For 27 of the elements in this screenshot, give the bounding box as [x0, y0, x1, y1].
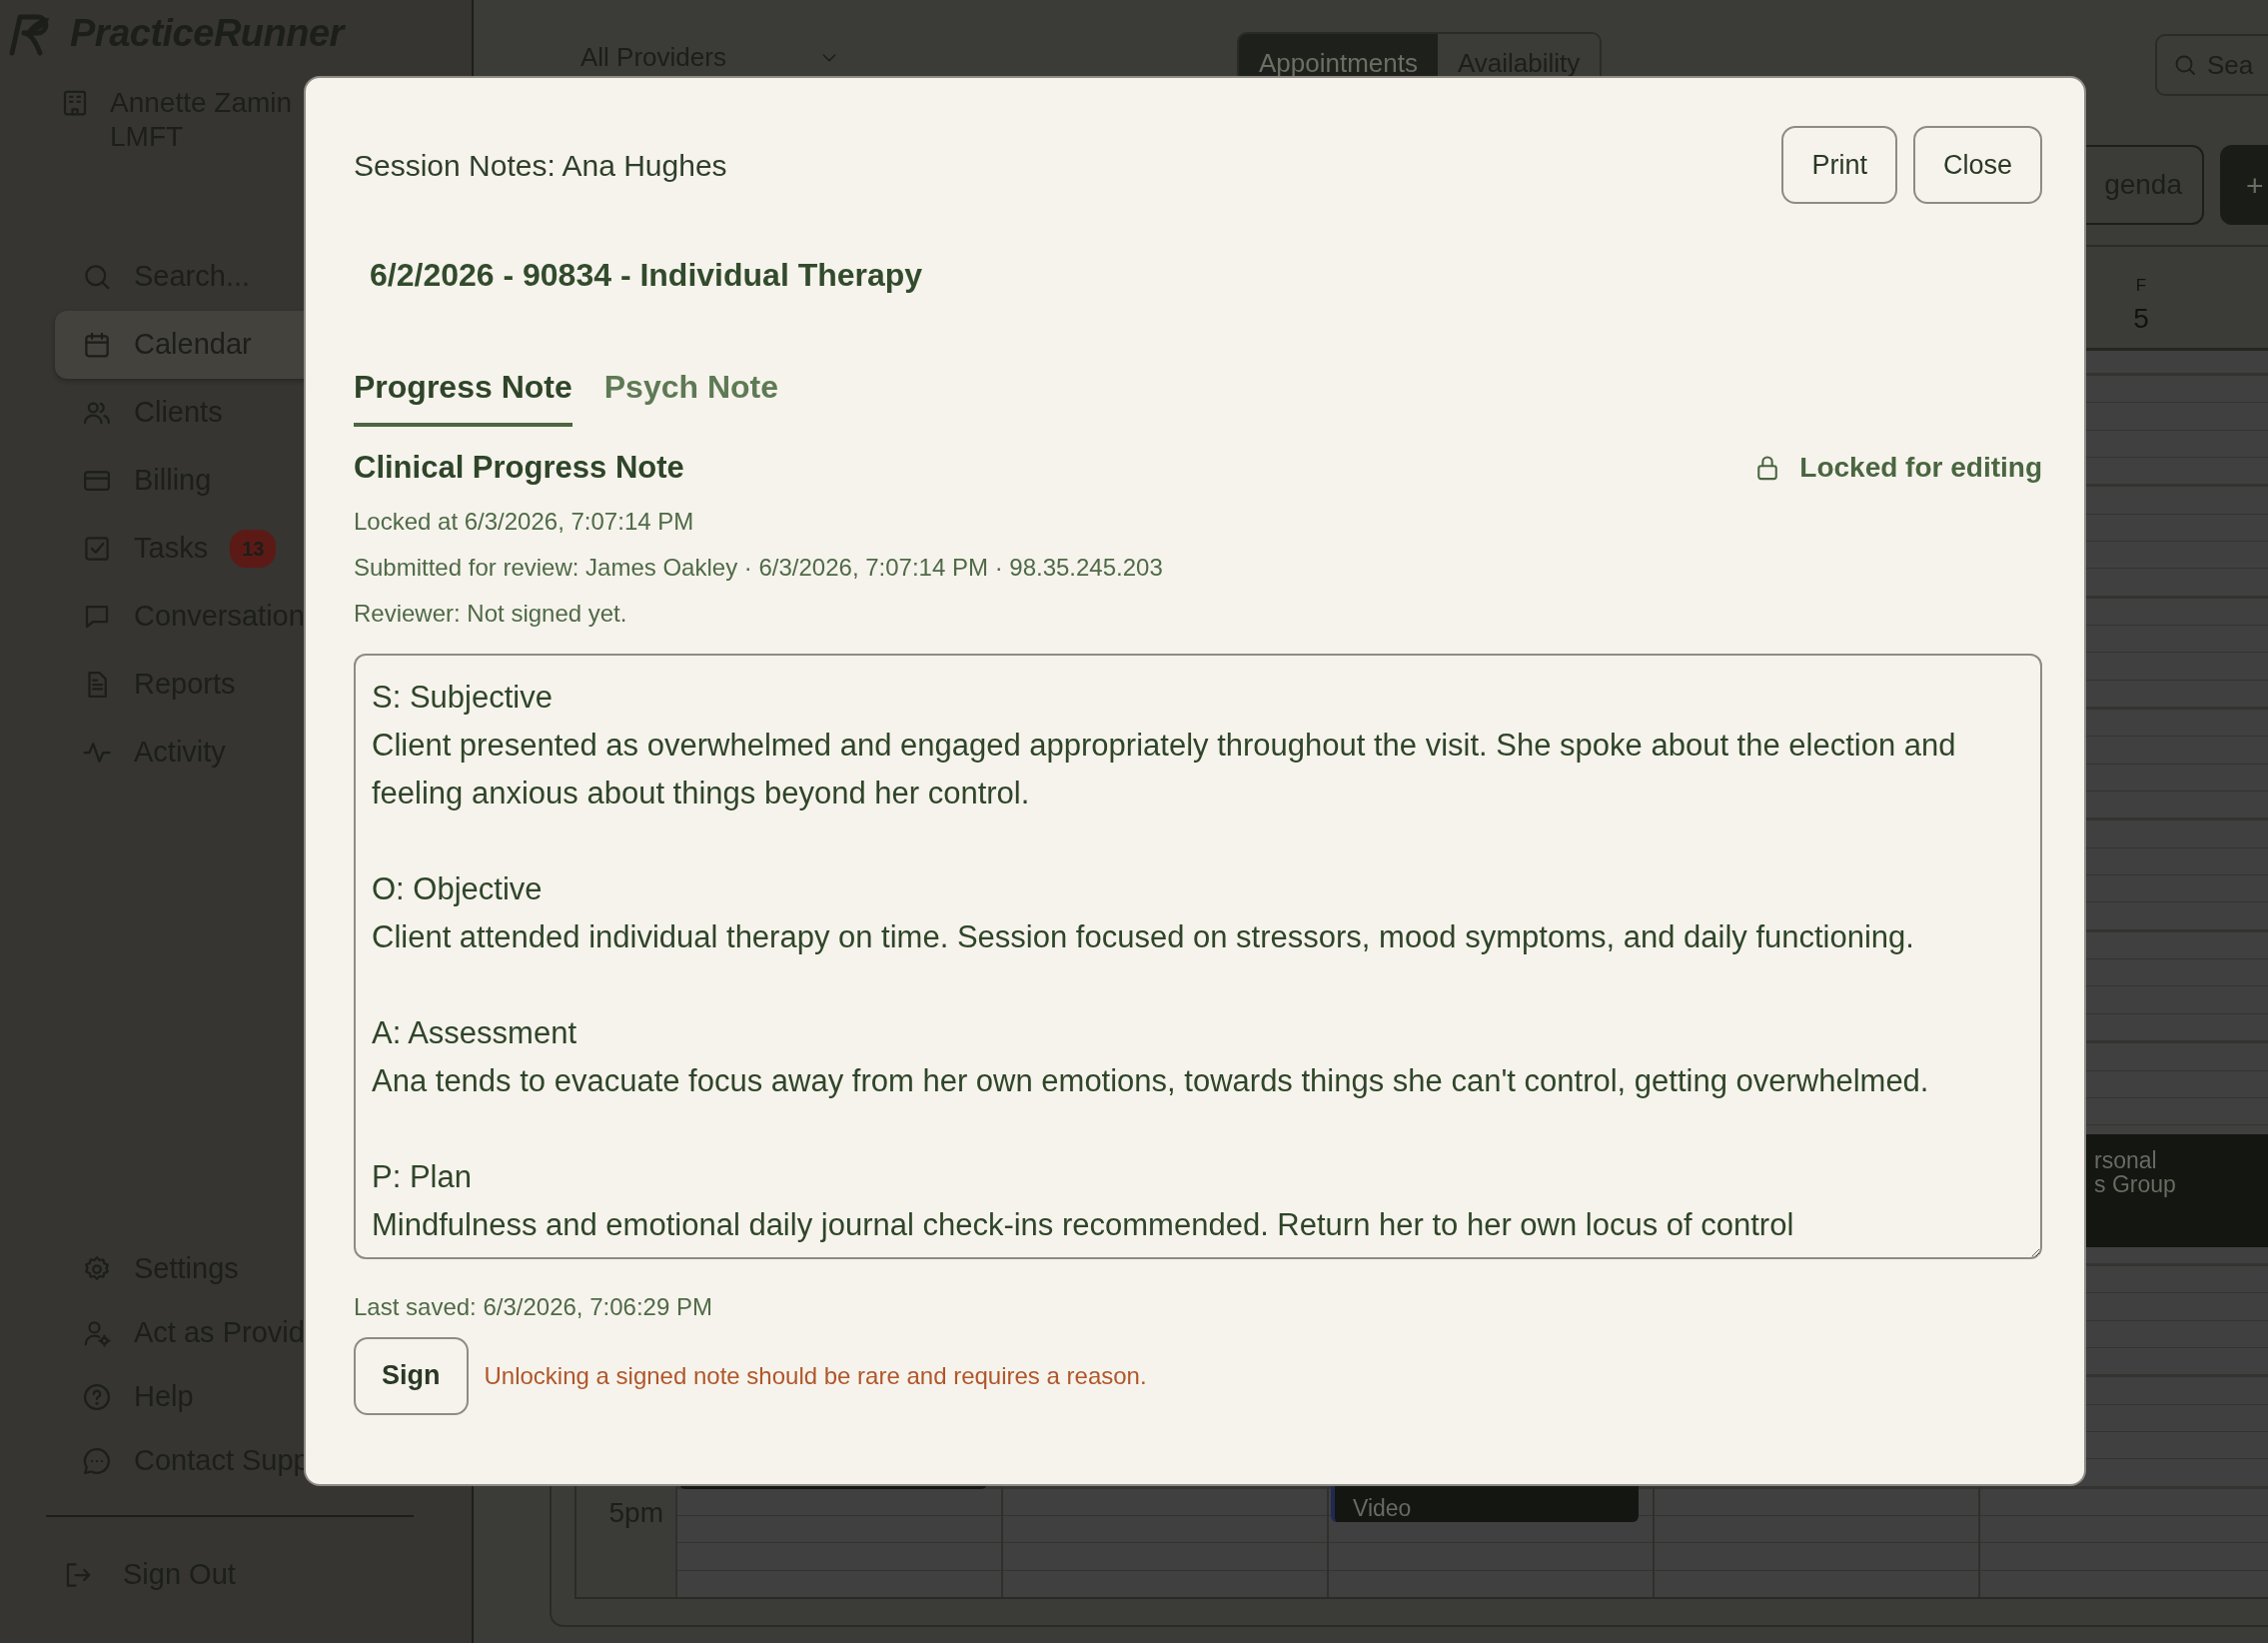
user-gear-icon	[82, 1318, 112, 1348]
section-title: Clinical Progress Note	[354, 449, 684, 487]
lock-status: Locked for editing	[1799, 451, 2042, 486]
appointment-text: rsonal	[2094, 1148, 2158, 1172]
note-meta: Locked at 6/3/2026, 7:07:14 PM	[354, 506, 695, 537]
warning-text: Unlocking a signed note should be rare and requires a reason.	[484, 1360, 1147, 1391]
count-badge: 13	[230, 530, 277, 568]
note-tab[interactable]: Psych Note	[603, 363, 778, 427]
dialog-button[interactable]: Print	[1781, 126, 1897, 204]
add-button[interactable]: +	[2220, 145, 2268, 225]
appointment-text: Video	[1353, 1496, 1413, 1520]
checkbox-icon	[82, 534, 112, 564]
visit-heading: 6/2/2026 - 90834 - Individual Therapy	[370, 256, 924, 295]
search-icon	[82, 262, 112, 292]
dialog-title: Session Notes: Ana Hughes	[354, 147, 727, 184]
note-text-area[interactable]: S: Subjective Client presented as overwhelmed and engaged appropriately throughout the visit. She spoke about the election and feeling anxious about things beyond her control. O: Objective Client attended individual therapy on time. Session focused on stressors, mood symptoms, and daily functioning. A: Assessment Ana tends to evacuate focus away from her own emotions, towards things she can't control, getting overwhelmed. P: Plan Mindfulness and emotional daily journal check-ins recommended. Return her to her own locus of control	[354, 653, 2042, 1259]
note-meta: Submitted for review: James Oakley · 6/3/2026, 7:07:14 PM · 98.35.245.203	[354, 552, 1164, 583]
note-meta: Reviewer: Not signed yet.	[354, 598, 628, 629]
dialog-button[interactable]: Close	[1912, 126, 2042, 204]
search-icon	[2173, 53, 2197, 77]
last-saved-text: Last saved: 6/3/2026, 7:06:29 PM	[354, 1291, 713, 1322]
appointment-text: s Group	[2094, 1172, 2177, 1196]
sign-button[interactable]: Sign	[354, 1336, 469, 1415]
calendar-icon	[82, 330, 112, 360]
help-icon	[82, 1382, 112, 1412]
note-tab[interactable]: Progress Note	[354, 363, 572, 427]
chat-bubble-icon	[82, 1446, 112, 1476]
